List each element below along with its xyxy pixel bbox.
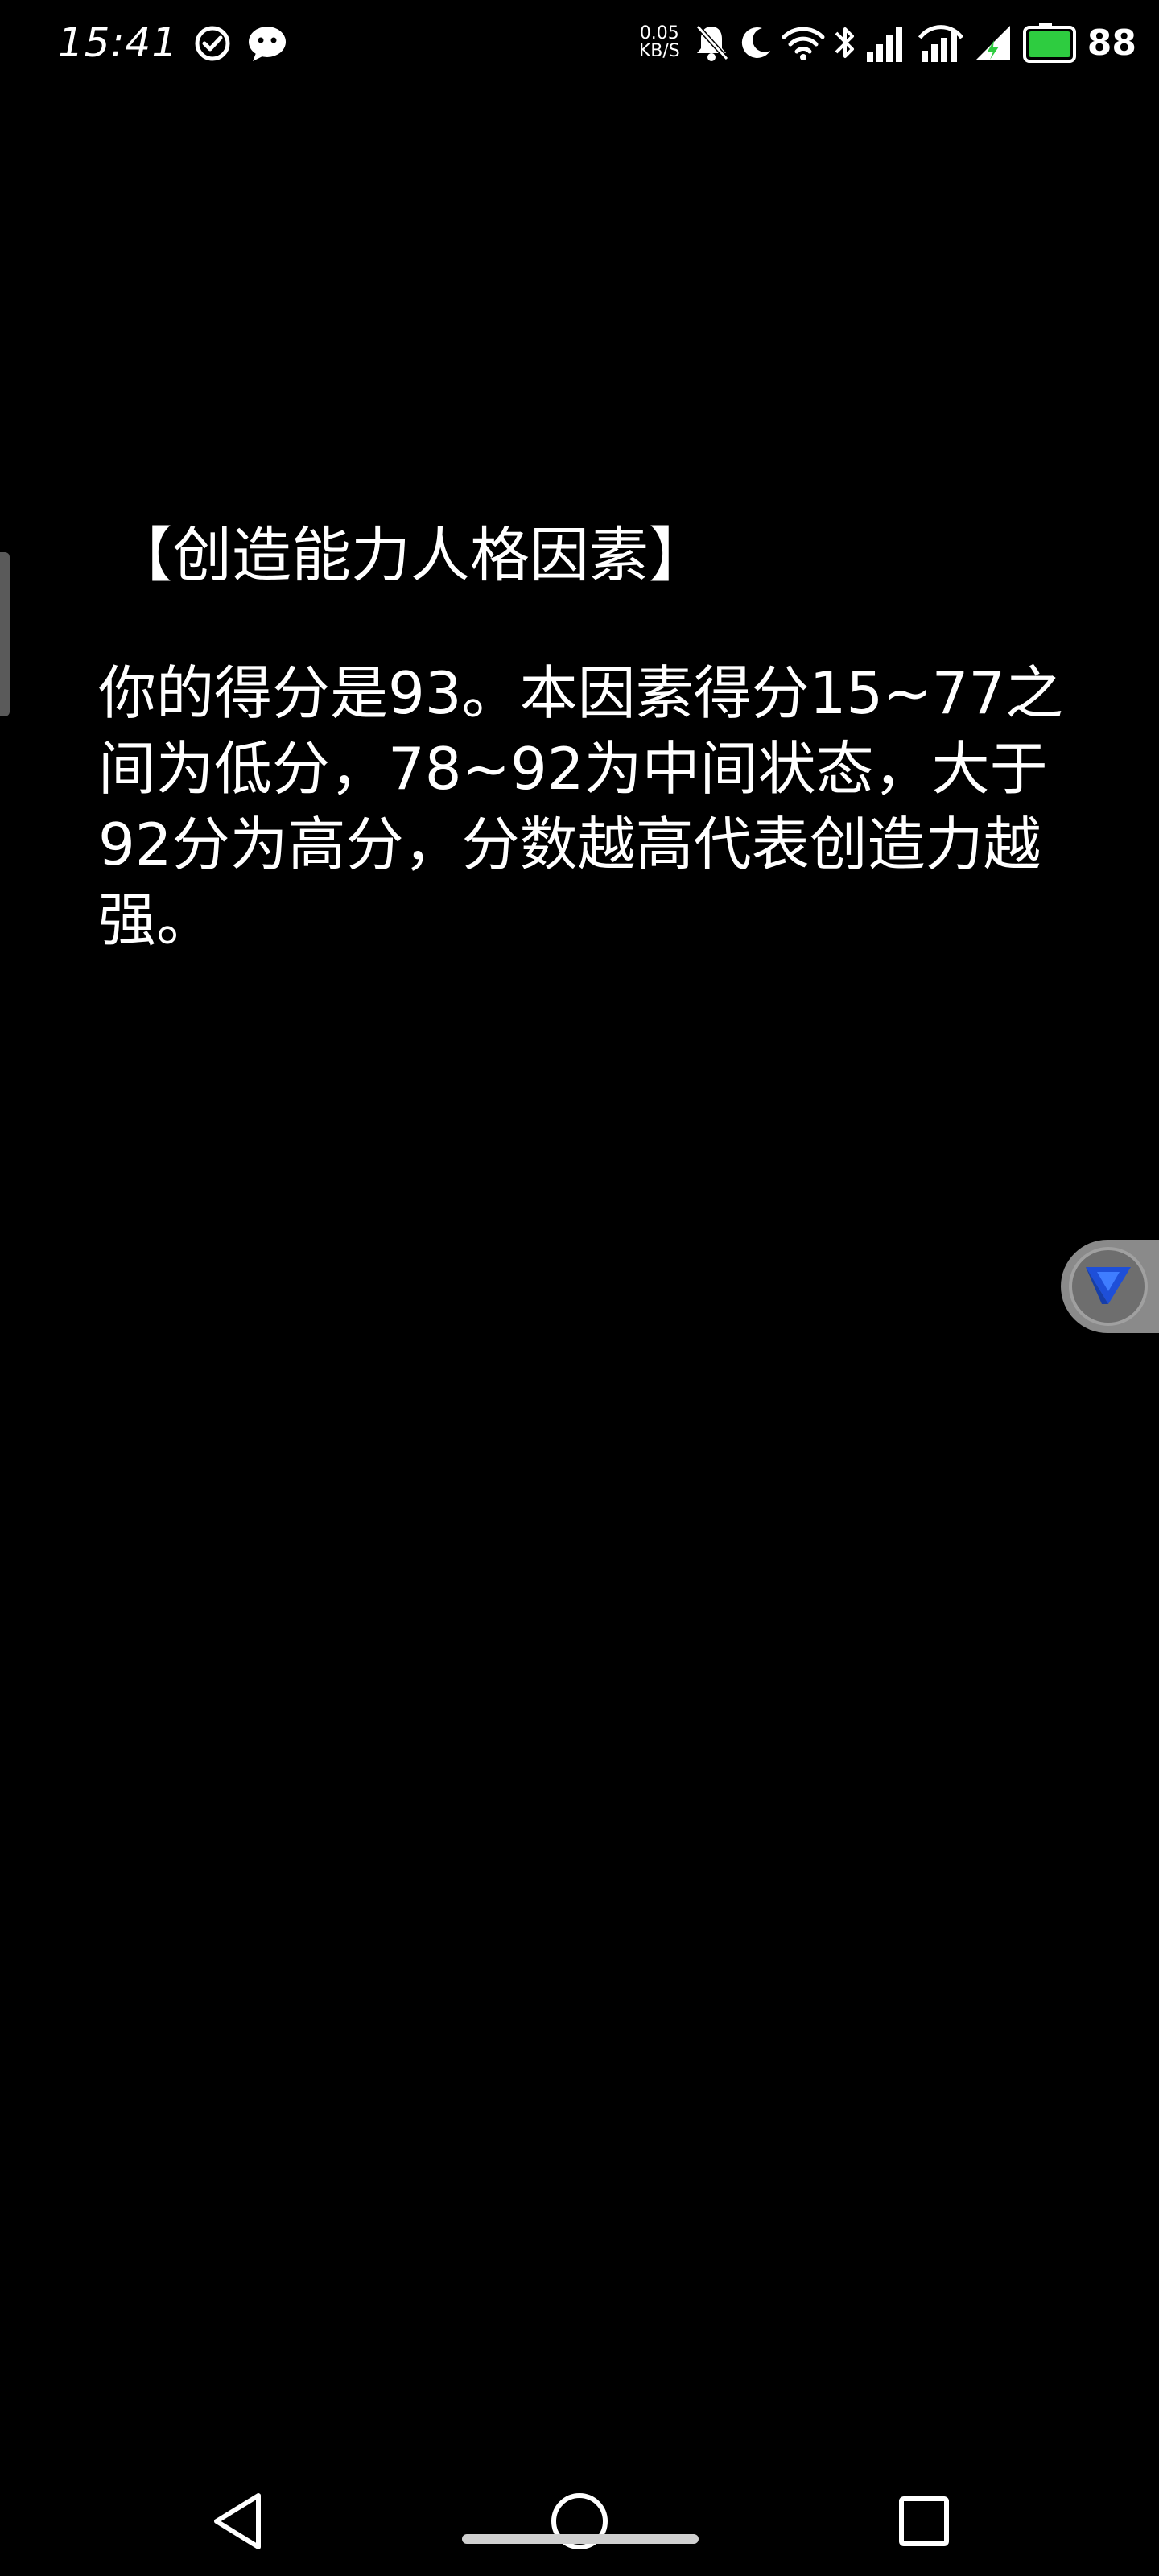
- signal-icon-3: [973, 23, 1013, 63]
- scroll-indicator[interactable]: [0, 552, 10, 716]
- recents-button[interactable]: [876, 2475, 972, 2571]
- result-content: 【创造能力人格因素】 你的得分是93。本因素得分15~77之间为低分，78~92…: [98, 514, 1080, 958]
- moon-icon: [738, 25, 773, 60]
- home-indicator[interactable]: [462, 2534, 699, 2544]
- mute-icon: [693, 22, 730, 64]
- status-time: 15:41: [58, 19, 179, 66]
- signal-icon-2: [917, 22, 965, 64]
- network-speed-unit: KB/S: [638, 41, 680, 61]
- wifi-icon: [782, 24, 825, 61]
- wechat-icon: [246, 24, 288, 63]
- notification-icons: [193, 24, 288, 63]
- battery-icon: [1021, 21, 1078, 64]
- network-speed-value: 0.05: [639, 23, 679, 43]
- floating-assistant-button[interactable]: [1061, 1240, 1159, 1333]
- network-speed: 0.05 KB/S: [639, 25, 680, 60]
- home-circle-icon: [549, 2491, 610, 2555]
- floating-button-circle: [1069, 1247, 1148, 1326]
- navigation-bar: [0, 2447, 1159, 2576]
- check-circle-icon: [193, 24, 232, 63]
- bluetooth-icon: [833, 20, 857, 65]
- signal-icon-1: [865, 22, 909, 64]
- back-triangle-icon: [210, 2491, 266, 2555]
- section-body: 你的得分是93。本因素得分15~77之间为低分，78~92为中间状态，大于92分…: [98, 659, 1064, 954]
- recents-square-icon: [897, 2495, 951, 2551]
- back-button[interactable]: [190, 2475, 287, 2571]
- section-title: 【创造能力人格因素】: [113, 521, 708, 590]
- home-button[interactable]: [531, 2475, 628, 2571]
- status-bar: 15:41 0.05 KB/S 88: [0, 0, 1159, 89]
- v-logo-icon: [1083, 1262, 1134, 1311]
- system-icons: 0.05 KB/S 88: [639, 14, 1136, 71]
- battery-level: 88: [1087, 22, 1136, 64]
